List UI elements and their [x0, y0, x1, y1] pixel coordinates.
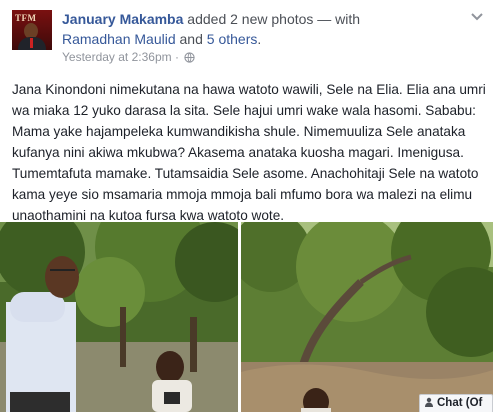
photo-grid	[0, 222, 493, 412]
post-photo[interactable]	[0, 222, 238, 412]
tagged-person-link[interactable]: Ramadhan Maulid	[62, 31, 176, 47]
and-text: and	[179, 31, 203, 47]
avatar-logo-text: TFM	[15, 13, 37, 23]
post-photo[interactable]	[241, 222, 493, 412]
globe-icon[interactable]	[184, 52, 195, 63]
chevron-down-icon[interactable]	[469, 11, 485, 23]
post-body-text: Jana Kinondoni nimekutana na hawa watoto…	[12, 82, 486, 223]
chat-label: Chat (Of	[437, 397, 483, 409]
author-name-link[interactable]: January Makamba	[62, 11, 183, 27]
chat-tab[interactable]: Chat (Of	[419, 394, 493, 412]
facebook-post: TFM January Makamba added 2 new photos —…	[0, 0, 493, 412]
post-header-tags: Ramadhan Maulid and 5 others.	[62, 31, 262, 47]
with-text: — with	[317, 11, 361, 27]
person-icon	[425, 397, 433, 407]
post-timestamp[interactable]: Yesterday at 2:36pm	[62, 50, 172, 64]
post-action-text: added 2 new photos	[187, 11, 314, 27]
post-meta: Yesterday at 2:36pm ·	[62, 50, 195, 65]
others-link[interactable]: 5 others	[207, 31, 258, 47]
author-avatar[interactable]: TFM	[12, 10, 52, 50]
post-header: January Makamba added 2 new photos — wit…	[62, 9, 360, 29]
